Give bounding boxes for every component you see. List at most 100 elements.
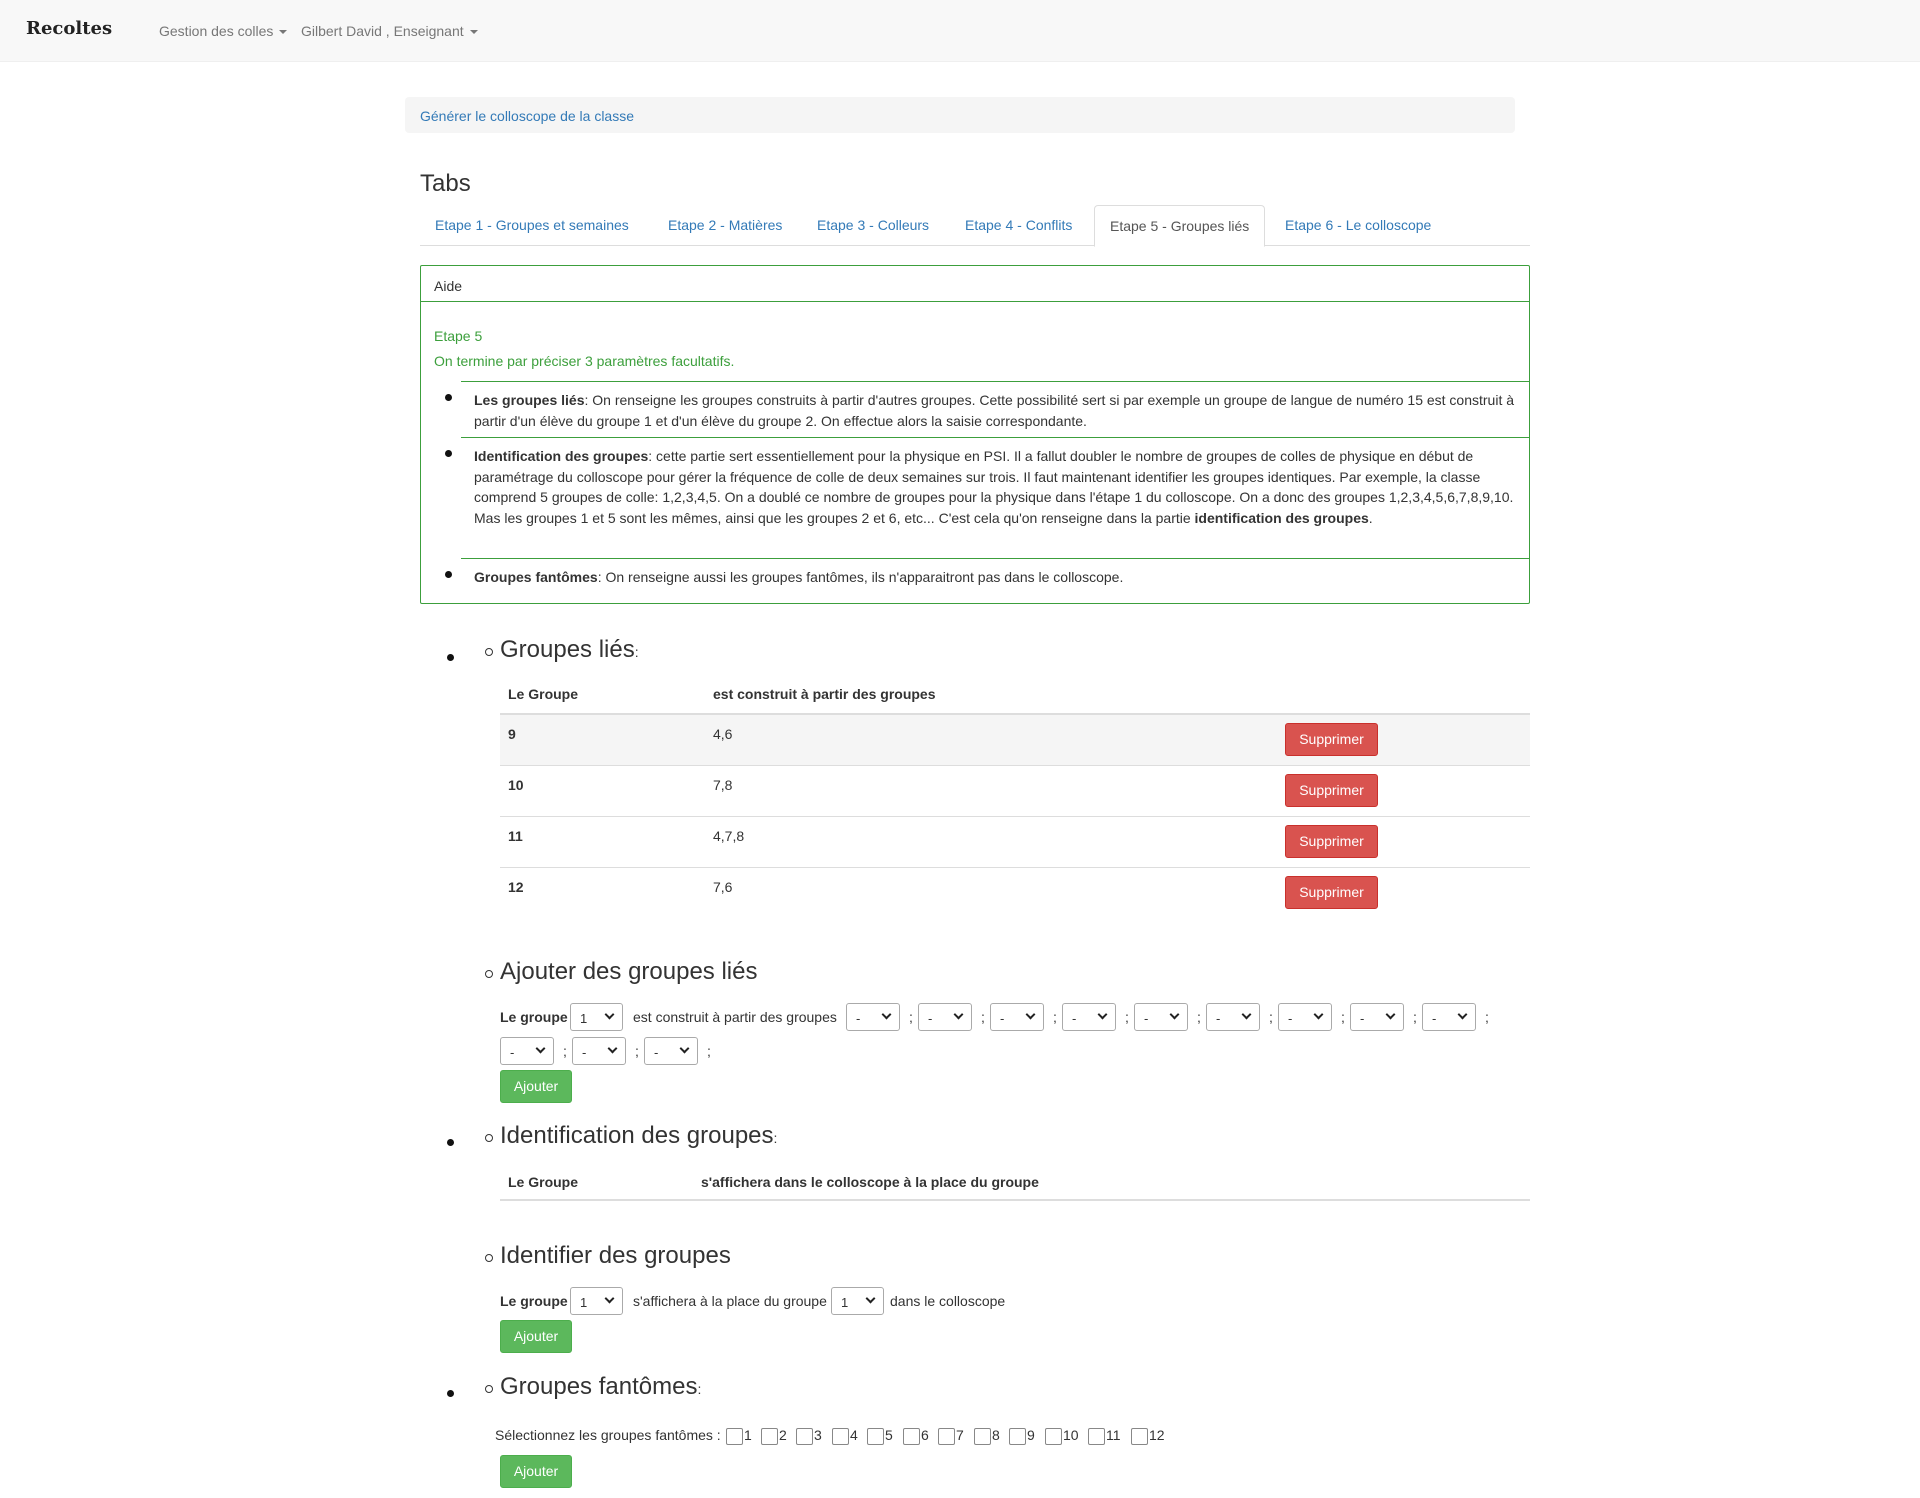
phantom-checkbox-label: 10 — [1063, 1427, 1079, 1443]
separator: ; — [1341, 1009, 1345, 1025]
source-group-select[interactable]: - — [572, 1037, 626, 1065]
bullet-icon — [447, 1139, 454, 1146]
add-linked-group-label: Le groupe — [500, 1009, 568, 1025]
menu-gestion-colles[interactable]: Gestion des colles — [159, 23, 288, 39]
delete-button[interactable]: Supprimer — [1285, 774, 1378, 807]
menu-user[interactable]: Gilbert David , Enseignant — [301, 23, 478, 39]
phantom-checkbox-label: 12 — [1149, 1427, 1165, 1443]
help-item-linked-groups: Les groupes liés: On renseigne les group… — [445, 381, 1530, 437]
generate-colloscope-link[interactable]: Générer le colloscope de la classe — [420, 108, 634, 124]
phantom-checkbox-label: 5 — [885, 1427, 893, 1443]
separator: ; — [1053, 1009, 1057, 1025]
phantom-checkbox[interactable] — [832, 1428, 849, 1445]
separator: ; — [563, 1043, 567, 1059]
source-group-select[interactable]: - — [1062, 1003, 1116, 1031]
source-group-select[interactable]: - — [1134, 1003, 1188, 1031]
phantom-checkbox[interactable] — [761, 1428, 778, 1445]
chevron-down-icon — [1025, 1009, 1036, 1020]
table-cell-built-from: 4,6 — [713, 726, 733, 742]
tab-etape-1[interactable]: Etape 1 - Groupes et semaines — [420, 205, 644, 246]
source-group-select[interactable]: - — [1206, 1003, 1260, 1031]
identify-instead-select[interactable]: 1 — [831, 1287, 884, 1315]
identify-group-select[interactable]: 1 — [570, 1287, 623, 1315]
chevron-down-icon — [1097, 1009, 1108, 1020]
add-linked-button[interactable]: Ajouter — [500, 1070, 572, 1103]
table-cell-built-from: 4,7,8 — [713, 828, 745, 844]
phantom-checkbox[interactable] — [938, 1428, 955, 1445]
source-group-select[interactable]: - — [1422, 1003, 1476, 1031]
source-group-select[interactable]: - — [846, 1003, 900, 1031]
delete-button[interactable]: Supprimer — [1285, 876, 1378, 909]
tab-etape-4[interactable]: Etape 4 - Conflits — [950, 205, 1087, 246]
table-cell-group: 12 — [508, 879, 524, 895]
circle-bullet-icon — [485, 1385, 493, 1393]
row-divider — [500, 867, 1530, 868]
chevron-down-icon — [1169, 1009, 1180, 1020]
phantom-checkbox[interactable] — [974, 1428, 991, 1445]
source-group-select[interactable]: - — [990, 1003, 1044, 1031]
identify-add-button[interactable]: Ajouter — [500, 1320, 572, 1353]
delete-button[interactable]: Supprimer — [1285, 825, 1378, 858]
linked-groups-heading: Groupes liés: — [500, 636, 639, 663]
circle-bullet-icon — [485, 1134, 493, 1142]
chevron-down-icon — [1457, 1009, 1468, 1020]
phantom-label: Sélectionnez les groupes fantômes : — [495, 1427, 721, 1443]
separator: ; — [981, 1009, 985, 1025]
phantom-checkbox[interactable] — [796, 1428, 813, 1445]
tab-etape-5[interactable]: Etape 5 - Groupes liés — [1094, 205, 1266, 247]
circle-bullet-icon — [485, 648, 493, 656]
separator: ; — [1197, 1009, 1201, 1025]
tab-etape-2[interactable]: Etape 2 - Matières — [653, 205, 797, 246]
help-heading: Aide — [421, 266, 1529, 302]
tab-etape-6[interactable]: Etape 6 - Le colloscope — [1270, 205, 1446, 246]
phantom-checkbox[interactable] — [903, 1428, 920, 1445]
source-group-select[interactable]: - — [918, 1003, 972, 1031]
source-group-select[interactable]: - — [500, 1037, 554, 1065]
phantom-checkbox-label: 1 — [744, 1427, 752, 1443]
chevron-down-icon — [1385, 1009, 1396, 1020]
chevron-down-icon — [881, 1009, 892, 1020]
phantom-checkbox[interactable] — [1088, 1428, 1105, 1445]
help-item-bold: identification des groupes — [1194, 509, 1369, 526]
col-header-group: Le Groupe — [508, 686, 579, 702]
table-cell-group: 11 — [508, 828, 523, 844]
row-divider — [500, 765, 1530, 766]
source-group-select[interactable]: - — [644, 1037, 698, 1065]
add-linked-group-select[interactable]: 1 — [570, 1003, 623, 1031]
phantom-add-button[interactable]: Ajouter — [500, 1455, 572, 1488]
help-item-identification: Identification des groupes: cette partie… — [445, 437, 1530, 558]
chevron-down-icon — [1241, 1009, 1252, 1020]
chevron-down-icon — [953, 1009, 964, 1020]
phantom-checkbox[interactable] — [1045, 1428, 1062, 1445]
help-step: Etape 5 — [434, 328, 483, 344]
separator: ; — [1125, 1009, 1129, 1025]
help-item-text: : On renseigne aussi les groupes fantôme… — [597, 569, 1124, 585]
delete-button[interactable]: Supprimer — [1285, 723, 1378, 756]
help-item-text: : On renseigne les groupes construits à … — [474, 392, 1515, 429]
help-item-title: Identification des groupes — [474, 448, 649, 464]
phantom-checkbox[interactable] — [1009, 1428, 1026, 1445]
source-group-select[interactable]: - — [1350, 1003, 1404, 1031]
tabs-bar: Etape 1 - Groupes et semaines Etape 2 - … — [420, 205, 1530, 247]
help-item-title: Les groupes liés — [474, 392, 585, 408]
col-header-display-as: s'affichera dans le colloscope à la plac… — [701, 1174, 1039, 1190]
bullet-icon — [447, 654, 454, 661]
circle-bullet-icon — [485, 1254, 493, 1262]
table-cell-group: 10 — [508, 777, 524, 793]
source-group-select[interactable]: - — [1278, 1003, 1332, 1031]
help-item-phantom: Groupes fantômes: On renseigne aussi les… — [445, 558, 1530, 603]
phantom-checkbox[interactable] — [1131, 1428, 1148, 1445]
phantom-checkbox[interactable] — [726, 1428, 743, 1445]
chevron-down-icon — [1313, 1009, 1324, 1020]
phantom-checkbox[interactable] — [867, 1428, 884, 1445]
identify-heading: Identifier des groupes — [500, 1242, 731, 1269]
chevron-down-icon — [865, 1293, 876, 1304]
brand-logo[interactable]: Recoltes — [26, 18, 112, 39]
identification-heading: Identification des groupes: — [500, 1122, 778, 1149]
help-item-text-end: . — [1368, 509, 1373, 526]
phantom-checkbox-label: 9 — [1027, 1427, 1035, 1443]
phantom-checkbox-label: 8 — [992, 1427, 1000, 1443]
tab-etape-3[interactable]: Etape 3 - Colleurs — [802, 205, 944, 246]
separator: ; — [635, 1043, 639, 1059]
help-panel: Aide Etape 5 On termine par préciser 3 p… — [420, 265, 1530, 604]
